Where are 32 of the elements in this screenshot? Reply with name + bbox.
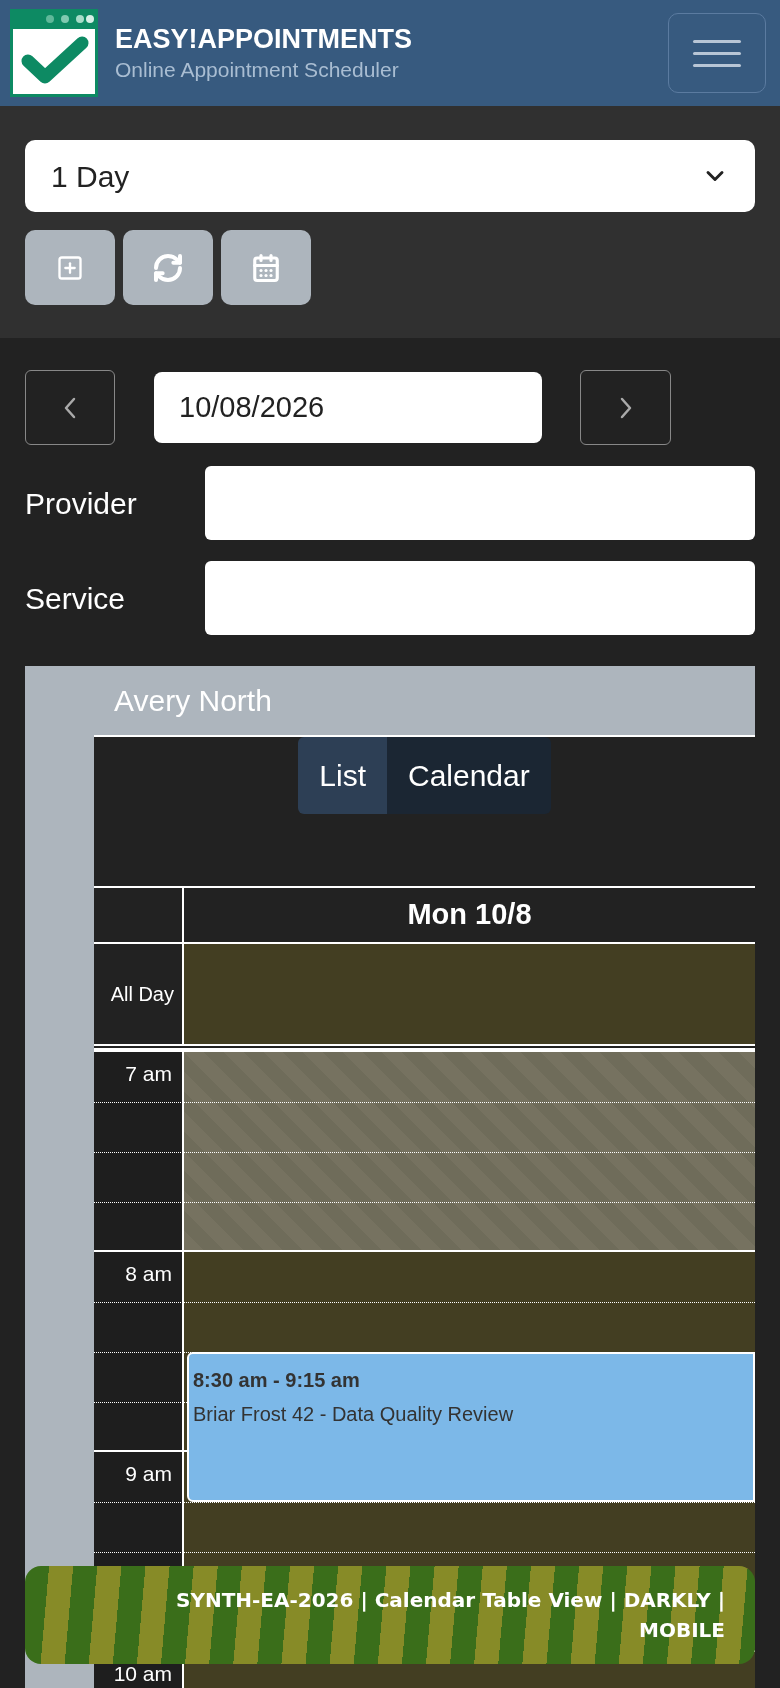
appointment-event[interactable]: 8:30 am - 9:15 am Briar Frost 42 - Data Quality Review: [187, 1352, 755, 1502]
app-title: EASY!APPOINTMENTS: [115, 23, 413, 56]
time-label: 8 am: [125, 1263, 172, 1285]
filter-label: Service: [25, 580, 127, 617]
chevron-left-icon: [64, 396, 76, 419]
event-time: 8:30 am - 9:15 am: [193, 1368, 361, 1392]
logo-icon: [10, 9, 98, 97]
add-button[interactable]: [25, 230, 115, 305]
day-header: Mon 10/8: [406, 897, 533, 933]
view-tab[interactable]: Calendar: [386, 737, 551, 814]
time-label: 9 am: [125, 1463, 172, 1485]
reload-button[interactable]: [123, 230, 213, 305]
filter-field[interactable]: [205, 561, 755, 635]
event-title: Briar Frost 42 - Data Quality Review: [193, 1402, 515, 1426]
calendar-icon: [251, 252, 281, 283]
refresh-icon: [152, 251, 184, 284]
time-label: 10 am: [113, 1663, 172, 1685]
filter-field[interactable]: [205, 466, 755, 540]
calendar-button[interactable]: [221, 230, 311, 305]
app-subtitle: Online Appointment Scheduler: [115, 57, 400, 83]
view-tab[interactable]: List: [298, 737, 387, 814]
plus-icon: [56, 253, 84, 282]
provider-header: Avery North: [94, 666, 755, 737]
banner-text: SYNTH-EA-2026 | Calendar Table View | DARKLY | MOBILE: [176, 1587, 725, 1644]
view-select[interactable]: 1 Day: [25, 140, 755, 212]
time-label: 7 am: [125, 1063, 172, 1085]
filter-label: Provider: [25, 485, 138, 522]
previous-button[interactable]: [25, 370, 115, 445]
next-button[interactable]: [580, 370, 671, 445]
date-field[interactable]: 10/08/2026: [154, 372, 542, 443]
chevron-right-icon: [619, 396, 632, 419]
menu-button[interactable]: [668, 13, 766, 93]
